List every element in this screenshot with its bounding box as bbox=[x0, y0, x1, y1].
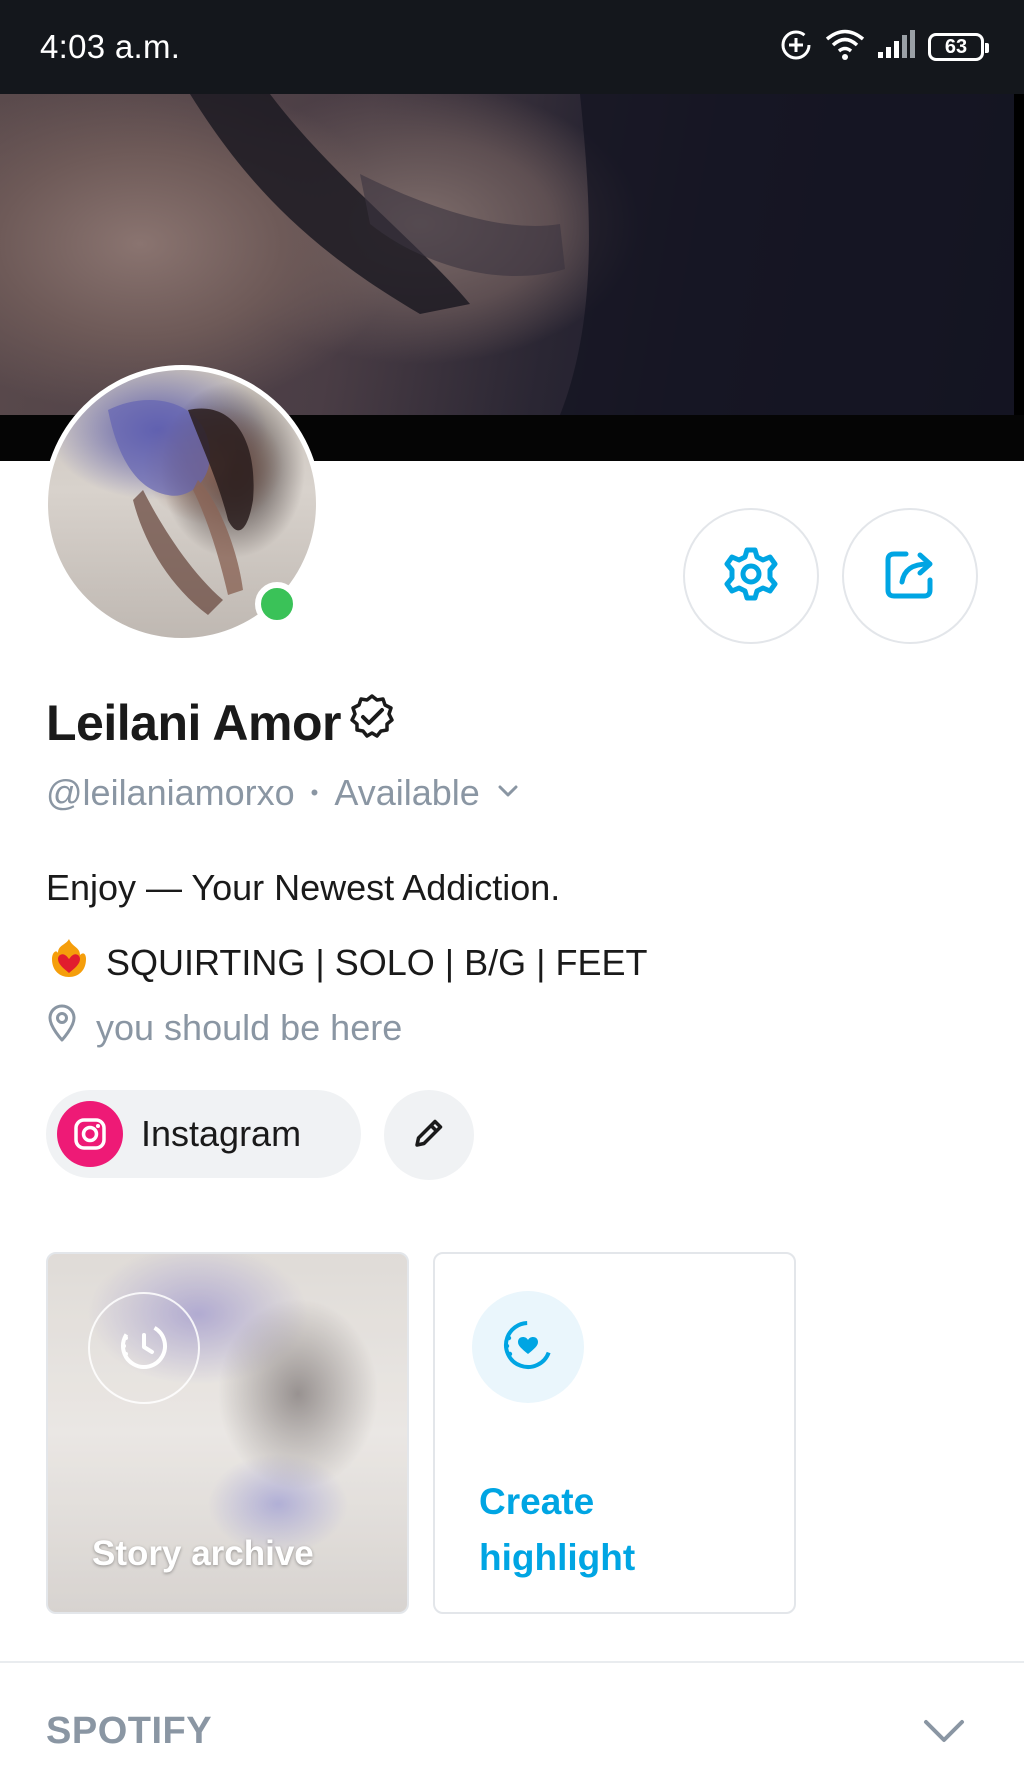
story-archive-label: Story archive bbox=[92, 1534, 314, 1573]
availability-label: Available bbox=[334, 772, 480, 813]
heart-on-fire-emoji-icon bbox=[46, 935, 92, 990]
bio-line-1: Enjoy — Your Newest Addiction. bbox=[46, 867, 560, 909]
profile-name: Leilani Amor bbox=[46, 692, 397, 754]
story-archive-icon bbox=[114, 1316, 174, 1381]
story-archive-icon-ring bbox=[88, 1292, 200, 1404]
section-divider bbox=[0, 1661, 1024, 1663]
wifi-icon bbox=[824, 27, 866, 68]
edit-links-button[interactable] bbox=[384, 1090, 474, 1180]
status-time: 4:03 a.m. bbox=[40, 28, 181, 65]
bio-text-2: SQUIRTING | SOLO | B/G | FEET bbox=[106, 941, 648, 983]
location-text: you should be here bbox=[96, 1006, 403, 1048]
profile-name-text: Leilani Amor bbox=[46, 695, 341, 751]
separator-dot: • bbox=[310, 780, 319, 805]
status-bar: 4:03 a.m. 63 bbox=[0, 0, 1024, 94]
story-archive-card[interactable]: Story archive bbox=[46, 1252, 409, 1614]
instagram-label: Instagram bbox=[141, 1113, 302, 1154]
verified-badge-icon bbox=[347, 692, 397, 754]
location-row: you should be here bbox=[46, 1003, 402, 1052]
pencil-icon bbox=[409, 1113, 449, 1158]
share-button[interactable] bbox=[842, 508, 978, 644]
create-highlight-label: Create highlight bbox=[479, 1481, 636, 1578]
data-saver-icon bbox=[778, 27, 814, 68]
instagram-icon bbox=[57, 1101, 123, 1167]
gear-icon bbox=[721, 544, 781, 609]
battery-icon: 63 bbox=[928, 33, 989, 61]
status-icons: 63 bbox=[778, 24, 989, 70]
create-highlight-card[interactable]: Create highlight bbox=[433, 1252, 796, 1614]
spotify-section-title[interactable]: SPOTIFY bbox=[46, 1710, 212, 1753]
heart-circle-icon bbox=[497, 1314, 559, 1381]
instagram-link-button[interactable]: Instagram bbox=[46, 1090, 361, 1178]
bio-line-2: SQUIRTING | SOLO | B/G | FEET bbox=[46, 935, 647, 990]
location-pin-icon bbox=[46, 1003, 78, 1052]
profile-handle: @leilaniamorxo bbox=[46, 772, 295, 813]
chevron-down-icon bbox=[494, 772, 522, 814]
bio-text-1: Enjoy — Your Newest Addiction. bbox=[46, 867, 561, 908]
share-icon bbox=[880, 544, 940, 609]
online-status-dot bbox=[255, 582, 299, 626]
signal-icon bbox=[876, 29, 918, 65]
settings-button[interactable] bbox=[683, 508, 819, 644]
chevron-down-icon bbox=[921, 1715, 967, 1750]
spotify-expand-button[interactable] bbox=[920, 1712, 968, 1752]
handle-row: @leilaniamorxo • Available bbox=[46, 772, 522, 814]
availability-dropdown[interactable]: Available bbox=[334, 772, 521, 814]
create-highlight-icon-bg bbox=[472, 1291, 584, 1403]
cover-photo bbox=[0, 94, 1014, 415]
